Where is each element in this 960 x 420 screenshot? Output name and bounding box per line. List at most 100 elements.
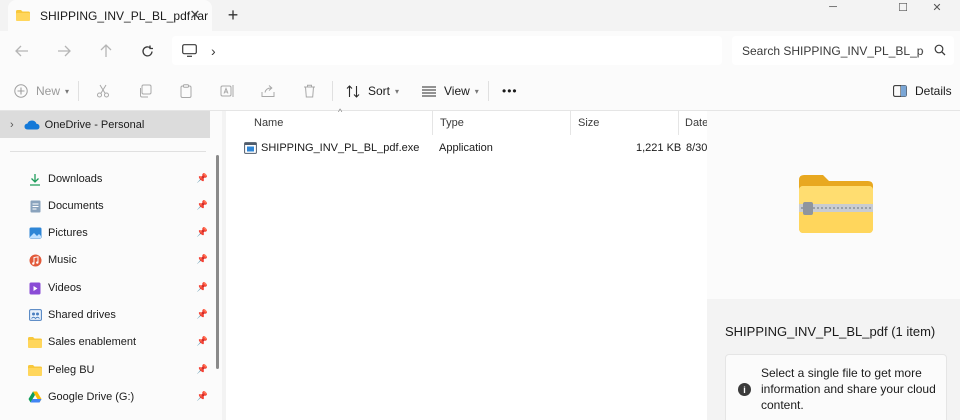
sidebar-item-google-drive[interactable]: Google Drive (G:) 📌 (28, 385, 212, 409)
details-button[interactable]: Details (893, 79, 952, 103)
view-button[interactable]: View ▾ (422, 79, 479, 103)
pin-icon[interactable]: 📌 (197, 309, 208, 320)
column-header-size[interactable]: Size (578, 111, 599, 135)
close-tab-icon[interactable]: ✕ (188, 7, 202, 22)
google-drive-icon (28, 390, 42, 404)
cut-button[interactable] (96, 79, 110, 103)
copy-icon (140, 84, 152, 98)
file-size: 1,221 KB (636, 142, 682, 154)
pin-icon[interactable]: 📌 (197, 364, 208, 375)
sidebar-item-label: Videos (48, 282, 82, 294)
pin-icon[interactable]: 📌 (197, 391, 208, 402)
pin-icon[interactable]: 📌 (197, 254, 208, 265)
sidebar-item-videos[interactable]: Videos 📌 (28, 276, 212, 300)
pin-icon[interactable]: 📌 (197, 200, 208, 211)
plus-circle-icon (14, 84, 28, 98)
sidebar-item-label: Downloads (48, 173, 103, 185)
sidebar-item-label: Sales enablement (48, 336, 137, 348)
column-header-date[interactable]: Date (685, 111, 708, 135)
clipboard-icon (180, 84, 192, 98)
chevron-right-icon[interactable]: › (10, 119, 14, 131)
column-divider[interactable] (570, 111, 571, 135)
delete-button[interactable] (303, 79, 316, 103)
info-card: i Select a single file to get more infor… (725, 354, 947, 420)
file-name: SHIPPING_INV_PL_BL_pdf.exe (261, 142, 420, 154)
forward-arrow-icon (58, 45, 71, 57)
download-icon (28, 172, 42, 186)
chevron-down-icon: ▾ (65, 86, 70, 96)
table-row[interactable]: SHIPPING_INV_PL_BL_pdf.exe Application 1… (240, 139, 707, 161)
column-divider[interactable] (432, 111, 433, 135)
up-button[interactable] (96, 41, 116, 61)
file-list: Name ^ Type Size Date SHIPPING_INV_PL_BL… (226, 107, 708, 420)
share-button[interactable] (261, 79, 275, 103)
search-placeholder: Search SHIPPING_INV_PL_BL_pdf. (742, 43, 924, 58)
tab-title: SHIPPING_INV_PL_BL_pdf.rar (40, 8, 209, 23)
column-divider[interactable] (678, 111, 679, 135)
back-button[interactable] (12, 41, 32, 61)
sort-ascending-icon: ^ (338, 107, 343, 117)
address-input[interactable]: › (172, 36, 722, 65)
details-label: Details (915, 84, 952, 98)
sidebar-item-downloads[interactable]: Downloads 📌 (28, 167, 212, 191)
music-icon (28, 253, 42, 267)
close-window-button[interactable]: ✕ (914, 0, 960, 14)
copy-button[interactable] (138, 79, 152, 103)
sidebar-item-sales-enablement[interactable]: Sales enablement 📌 (28, 330, 212, 354)
rename-button[interactable] (220, 79, 235, 103)
this-pc-icon (182, 44, 197, 57)
details-pane: SHIPPING_INV_PL_BL_pdf (1 item) i Select… (707, 111, 960, 420)
new-button[interactable]: New ▾ (14, 79, 69, 103)
command-bar: New ▾ Sort ▾ View ▾ ••• Details (0, 71, 960, 111)
sidebar-scrollbar[interactable] (216, 155, 219, 369)
toolbar-divider (488, 81, 489, 101)
pin-icon[interactable]: 📌 (197, 227, 208, 238)
address-bar-row: › Search SHIPPING_INV_PL_BL_pdf. (0, 31, 960, 71)
zip-folder-icon (799, 174, 873, 237)
column-header-name[interactable]: Name (254, 111, 283, 135)
sidebar-item-shared-drives[interactable]: Shared drives 📌 (28, 303, 212, 327)
view-lines-icon (422, 85, 436, 97)
sidebar-item-documents[interactable]: Documents 📌 (28, 194, 212, 218)
videos-icon (28, 281, 42, 295)
application-icon (244, 142, 257, 154)
more-options-button[interactable]: ••• (502, 79, 518, 103)
pin-icon[interactable]: 📌 (197, 336, 208, 347)
sidebar-item-pictures[interactable]: Pictures 📌 (28, 221, 212, 245)
new-label: New (36, 84, 61, 98)
pin-icon[interactable]: 📌 (197, 173, 208, 184)
new-tab-button[interactable]: + (224, 5, 242, 25)
documents-icon (28, 199, 42, 213)
file-type: Application (439, 142, 493, 154)
search-icon (934, 44, 946, 59)
sort-icon (346, 84, 360, 98)
forward-button[interactable] (54, 41, 74, 61)
up-arrow-icon (100, 44, 112, 57)
sidebar-item-onedrive[interactable]: › OneDrive - Personal (0, 111, 210, 138)
search-input[interactable]: Search SHIPPING_INV_PL_BL_pdf. (732, 36, 954, 65)
file-explorer-window: SHIPPING_INV_PL_BL_pdf.rar ✕ + ─ ☐ ✕ › S… (0, 0, 960, 420)
title-bar: SHIPPING_INV_PL_BL_pdf.rar ✕ + ─ ☐ ✕ (0, 0, 960, 31)
breadcrumb-chevron-icon[interactable]: › (211, 43, 216, 59)
share-icon (261, 85, 275, 97)
sidebar-item-peleg-bu[interactable]: Peleg BU 📌 (28, 358, 212, 382)
refresh-button[interactable] (137, 41, 157, 61)
navigation-pane: › OneDrive - Personal Downloads 📌 Docume… (0, 111, 222, 420)
pin-icon[interactable]: 📌 (197, 282, 208, 293)
column-header-type[interactable]: Type (440, 111, 464, 135)
preview-area (707, 111, 960, 299)
sidebar-item-label: Documents (48, 200, 104, 212)
tab-active[interactable]: SHIPPING_INV_PL_BL_pdf.rar ✕ (8, 0, 212, 31)
toolbar-divider (332, 81, 333, 101)
details-pane-icon (893, 85, 907, 97)
sidebar-item-label: Shared drives (48, 309, 116, 321)
sort-button[interactable]: Sort ▾ (346, 79, 399, 103)
minimize-button[interactable]: ─ (810, 0, 856, 14)
paste-button[interactable] (179, 79, 193, 103)
scissors-icon (97, 84, 109, 98)
view-label: View (444, 84, 470, 98)
toolbar-divider (78, 81, 79, 101)
sidebar-item-music[interactable]: Music 📌 (28, 248, 212, 272)
folder-icon (28, 363, 42, 377)
sort-label: Sort (368, 84, 391, 98)
